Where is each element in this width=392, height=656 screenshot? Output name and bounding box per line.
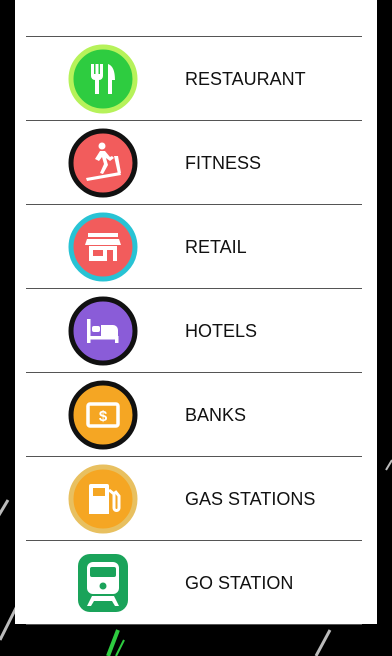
bed-icon xyxy=(68,296,138,366)
legend-list: RESTAURANT FITNESS RETAIL HOTELS $ BANKS… xyxy=(26,36,362,625)
legend-item-fitness: FITNESS xyxy=(26,121,362,205)
legend-label: GO STATION xyxy=(185,573,294,593)
legend-item-gas-stations: GAS STATIONS xyxy=(26,457,362,541)
train-icon xyxy=(78,554,128,612)
svg-text:$: $ xyxy=(99,408,108,425)
legend-label: GAS STATIONS xyxy=(185,489,316,509)
legend-item-banks: $ BANKS xyxy=(26,373,362,457)
legend-label: BANKS xyxy=(185,405,247,425)
fuel-pump-icon xyxy=(68,464,138,534)
legend-item-retail: RETAIL xyxy=(26,205,362,289)
dollar-bill-icon: $ xyxy=(68,380,138,450)
legend-label: HOTELS xyxy=(185,321,258,341)
legend-item-restaurant: RESTAURANT xyxy=(26,37,362,121)
fork-knife-icon xyxy=(68,44,138,114)
legend-item-hotels: HOTELS xyxy=(26,289,362,373)
legend-label: RESTAURANT xyxy=(185,69,306,89)
legend-item-go-station: GO STATION xyxy=(26,541,362,625)
store-icon xyxy=(68,212,138,282)
legend-label: FITNESS xyxy=(185,153,262,173)
treadmill-icon xyxy=(68,128,138,198)
legend-label: RETAIL xyxy=(185,237,247,257)
